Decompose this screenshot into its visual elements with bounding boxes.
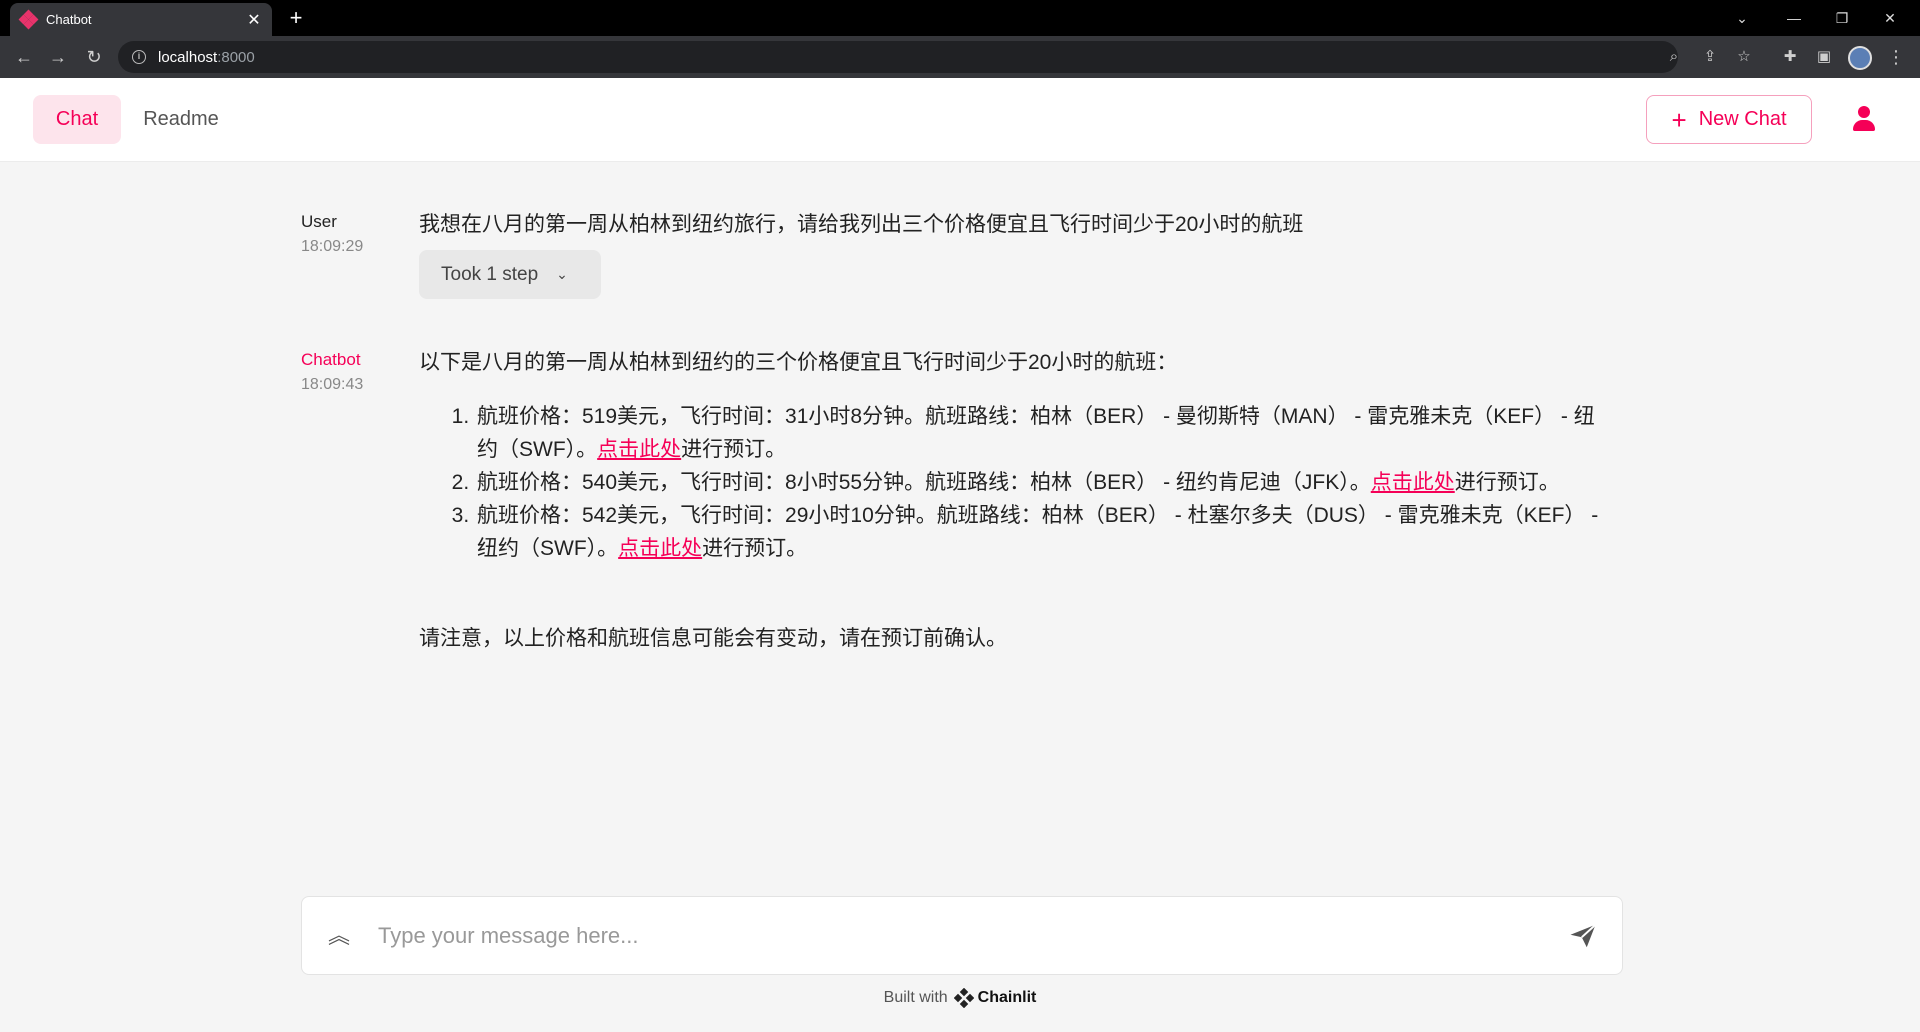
message-input[interactable] xyxy=(378,917,1528,955)
chainlit-logo[interactable]: Chainlit xyxy=(953,988,1037,1008)
message-timestamp: 18:09:29 xyxy=(301,238,364,255)
list-item: 航班价格：542美元，飞行时间：29小时10分钟。航班路线：柏林（BER） - … xyxy=(475,499,1602,565)
back-icon[interactable]: ← xyxy=(12,45,36,69)
bookmark-star-icon[interactable]: ☆ xyxy=(1732,45,1756,69)
flight-list: 航班价格：519美元，飞行时间：31小时8分钟。航班路线：柏林（BER） - 曼… xyxy=(447,400,1602,565)
tab-search-icon[interactable]: ⌄ xyxy=(1730,6,1754,30)
address-bar[interactable]: i localhost:8000 ⌕ ⇪ ☆ xyxy=(118,41,1751,73)
minimize-icon[interactable]: — xyxy=(1782,6,1806,30)
chatbot-note-text: 请注意，以上价格和航班信息可能会有变动，请在预订前确认。 xyxy=(419,627,1007,650)
app-header: Chat Readme + New Chat xyxy=(0,78,1920,162)
message-author-chatbot: Chatbot xyxy=(301,350,361,369)
footer: Built with Chainlit xyxy=(0,988,1920,1008)
side-panel-icon[interactable]: ▣ xyxy=(1812,45,1836,69)
message-composer: ︽ xyxy=(301,896,1623,975)
chainlit-logo-icon xyxy=(953,988,974,1008)
share-icon[interactable]: ⇪ xyxy=(1698,45,1722,69)
took-step-toggle[interactable]: Took 1 step ⌄ xyxy=(419,250,601,299)
send-icon[interactable] xyxy=(1568,921,1598,951)
plus-icon: + xyxy=(1671,104,1687,135)
step-label: Took 1 step xyxy=(441,263,539,285)
url-port: :8000 xyxy=(217,48,255,66)
user-message-text: 我想在八月的第一周从柏林到纽约旅行，请给我列出三个价格便宜且飞行时间少于20小时… xyxy=(419,213,1304,236)
reload-icon[interactable]: ↻ xyxy=(82,45,106,69)
chevron-down-icon: ⌄ xyxy=(556,266,568,282)
nav-chat-tab[interactable]: Chat xyxy=(33,95,121,144)
flight-tail: 进行预订。 xyxy=(681,438,787,461)
chatbot-intro-text: 以下是八月的第一周从柏林到纽约的三个价格便宜且飞行时间少于20小时的航班： xyxy=(419,351,1178,374)
flight-tail: 进行预订。 xyxy=(1454,471,1560,494)
flight-text: 航班价格：540美元，飞行时间：8小时55分钟。航班路线：柏林（BER） - 纽… xyxy=(477,471,1371,494)
booking-link[interactable]: 点击此处 xyxy=(597,438,681,461)
list-item: 航班价格：540美元，飞行时间：8小时55分钟。航班路线：柏林（BER） - 纽… xyxy=(475,466,1602,499)
message-timestamp: 18:09:43 xyxy=(301,376,364,393)
new-chat-button[interactable]: + New Chat xyxy=(1646,95,1812,144)
nav-readme-tab[interactable]: Readme xyxy=(134,95,228,144)
message-author-user: User xyxy=(301,212,337,231)
list-item: 航班价格：519美元，飞行时间：31小时8分钟。航班路线：柏林（BER） - 曼… xyxy=(475,400,1602,466)
new-tab-icon[interactable]: + xyxy=(284,6,308,30)
forward-icon[interactable]: → xyxy=(46,45,70,69)
chainlit-brand: Chainlit xyxy=(977,989,1037,1006)
url-host: localhost xyxy=(158,48,218,66)
restore-icon[interactable]: ❐ xyxy=(1830,6,1854,30)
zoom-icon[interactable]: ⌕ xyxy=(1662,45,1686,69)
built-with-text: Built with xyxy=(883,989,948,1006)
browser-menu-icon[interactable]: ⋮ xyxy=(1884,45,1908,69)
chainlit-favicon-icon xyxy=(18,9,39,29)
booking-link[interactable]: 点击此处 xyxy=(1371,471,1455,494)
user-account-icon[interactable] xyxy=(1850,105,1878,133)
browser-toolbar: ← → ↻ i localhost:8000 ⌕ ⇪ ☆ ✚ ▣ ⋮ xyxy=(0,36,1920,78)
profile-avatar[interactable] xyxy=(1848,46,1872,70)
extensions-icon[interactable]: ✚ xyxy=(1778,45,1802,69)
flight-tail: 进行预订。 xyxy=(702,537,808,560)
chevrons-up-icon[interactable]: ︽ xyxy=(326,923,352,949)
booking-link[interactable]: 点击此处 xyxy=(618,537,702,560)
tab-title: Chatbot xyxy=(46,12,92,27)
close-tab-icon[interactable]: ✕ xyxy=(246,10,262,30)
browser-tab-bar: Chatbot ✕ + ⌄ — ❐ ✕ xyxy=(0,0,1920,36)
browser-tab[interactable]: Chatbot ✕ xyxy=(10,3,272,36)
site-info-icon[interactable]: i xyxy=(132,50,146,64)
window-close-icon[interactable]: ✕ xyxy=(1878,6,1902,30)
new-chat-label: New Chat xyxy=(1698,108,1787,130)
